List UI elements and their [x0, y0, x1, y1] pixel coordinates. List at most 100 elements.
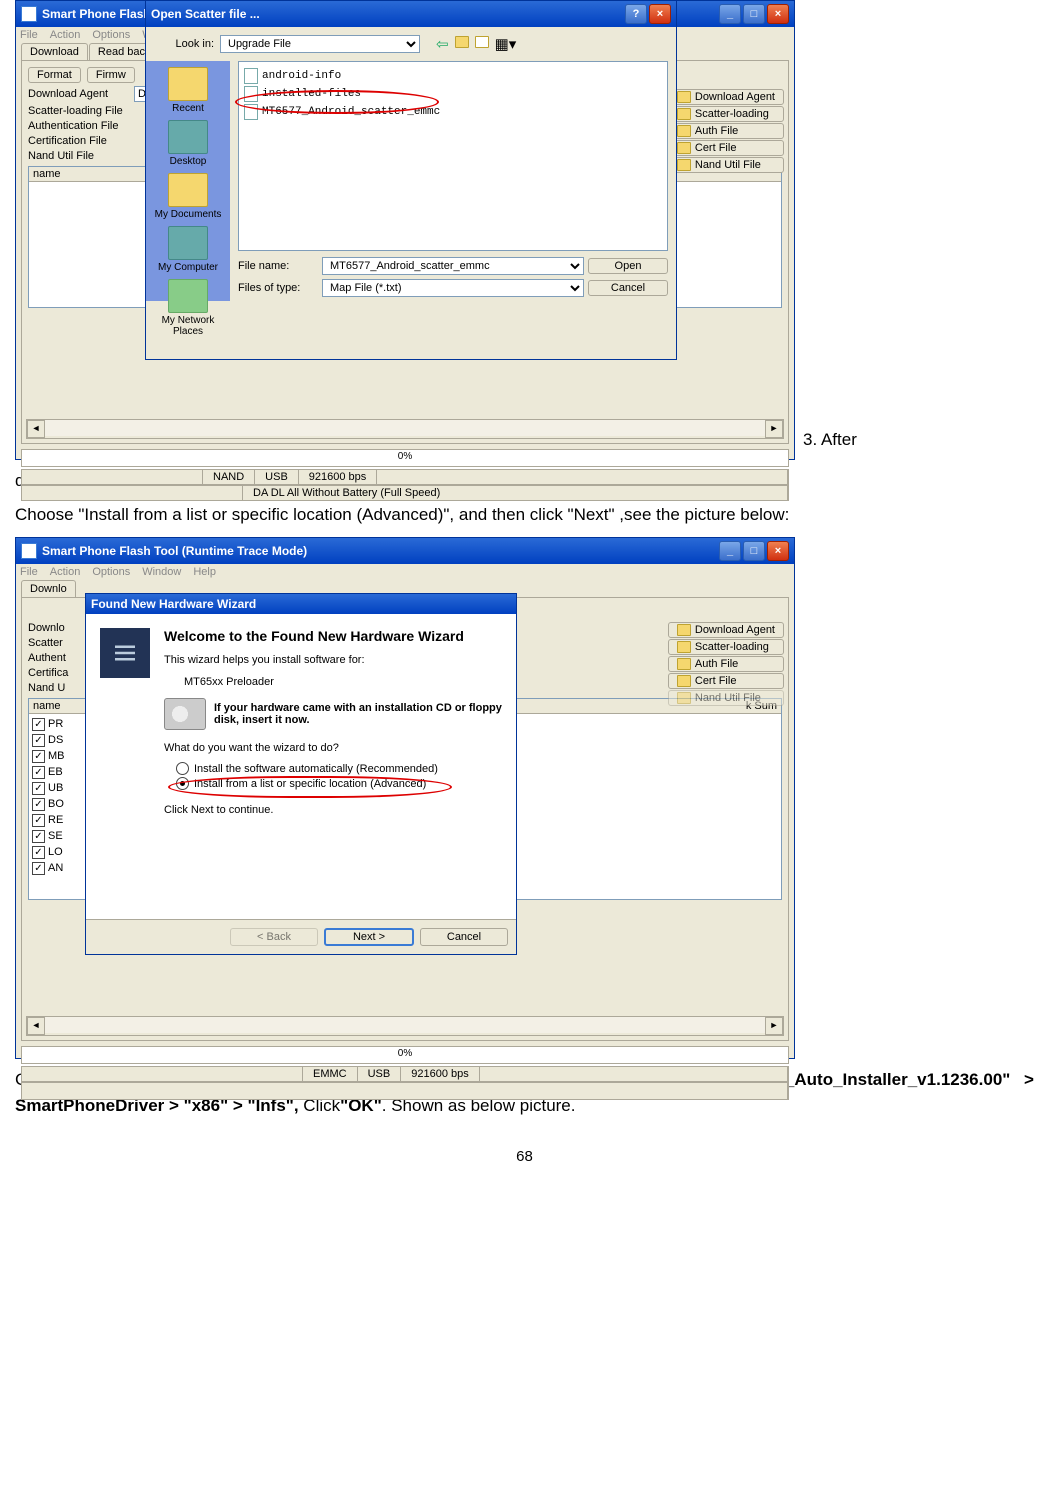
btn-auth-file[interactable]: Auth File: [668, 656, 784, 672]
h-scrollbar[interactable]: ◄►: [26, 419, 784, 439]
format-button[interactable]: Format: [28, 67, 81, 83]
scroll-right-arrow[interactable]: ►: [765, 1017, 783, 1035]
menu-help[interactable]: Help: [193, 566, 216, 578]
scroll-left-arrow[interactable]: ◄: [27, 1017, 45, 1035]
scroll-left-arrow[interactable]: ◄: [27, 420, 45, 438]
partition-row[interactable]: ✓PR: [32, 716, 86, 732]
wizard-click-next: Click Next to continue.: [164, 804, 502, 816]
view-icon[interactable]: ▦▾: [495, 35, 517, 53]
partition-row[interactable]: ✓RE: [32, 812, 86, 828]
close-button[interactable]: ×: [767, 541, 789, 561]
partition-row[interactable]: ✓AN: [32, 860, 86, 876]
file-name-input[interactable]: MT6577_Android_scatter_emmc: [322, 257, 584, 275]
partition-row[interactable]: ✓DS: [32, 732, 86, 748]
wizard-title: Found New Hardware Wizard: [91, 597, 256, 611]
partition-row[interactable]: ✓LO: [32, 844, 86, 860]
close-button[interactable]: ×: [767, 4, 789, 24]
new-folder-icon[interactable]: [475, 35, 489, 53]
menu-bar[interactable]: File Action Options Window Help: [16, 564, 794, 580]
status-bar: NAND USB 921600 bps: [21, 469, 789, 485]
look-in-select[interactable]: Upgrade File: [220, 35, 420, 53]
place-recent[interactable]: Recent: [168, 67, 208, 114]
maximize-button[interactable]: □: [743, 4, 765, 24]
btn-scatter-loading[interactable]: Scatter-loading: [668, 639, 784, 655]
checkbox-icon[interactable]: ✓: [32, 830, 45, 843]
checkbox-icon[interactable]: ✓: [32, 782, 45, 795]
btn-scatter-loading[interactable]: Scatter-loading: [668, 106, 784, 122]
file-icon: [244, 68, 258, 84]
file-list[interactable]: android-info installed-files MT6577_Andr…: [238, 61, 668, 251]
folder-icon: [677, 108, 691, 120]
place-network[interactable]: My Network Places: [148, 279, 228, 337]
dialog-title-bar: Open Scatter file ... ? ×: [146, 1, 676, 27]
dialog-close-button[interactable]: ×: [649, 4, 671, 24]
btn-cert-file[interactable]: Cert File: [668, 140, 784, 156]
app-icon: [21, 543, 37, 559]
menu-file[interactable]: File: [20, 29, 38, 41]
partition-list[interactable]: name ✓PR✓DS✓MB✓EB✓UB✓BO✓RE✓SE✓LO✓AN: [28, 698, 90, 900]
menu-action[interactable]: Action: [50, 566, 81, 578]
status-baud: 921600 bps: [401, 1067, 480, 1081]
file-item[interactable]: android-info: [244, 67, 662, 85]
help-button[interactable]: ?: [625, 4, 647, 24]
menu-options[interactable]: Options: [92, 29, 130, 41]
file-type-select[interactable]: Map File (*.txt): [322, 279, 584, 297]
partition-row[interactable]: ✓MB: [32, 748, 86, 764]
btn-download-agent[interactable]: Download Agent: [668, 622, 784, 638]
label-short: Authent: [28, 652, 78, 664]
minimize-button[interactable]: _: [719, 4, 741, 24]
back-icon[interactable]: ⇦: [436, 35, 449, 53]
checkbox-icon[interactable]: ✓: [32, 734, 45, 747]
status-emmc: EMMC: [303, 1067, 358, 1081]
file-item-selected[interactable]: MT6577_Android_scatter_emmc: [244, 103, 662, 121]
cancel-button[interactable]: Cancel: [588, 280, 668, 296]
minimize-button[interactable]: _: [719, 541, 741, 561]
menu-action[interactable]: Action: [50, 29, 81, 41]
folder-icon: [677, 658, 691, 670]
checkbox-icon[interactable]: ✓: [32, 798, 45, 811]
partition-row[interactable]: ✓SE: [32, 828, 86, 844]
next-button[interactable]: Next >: [324, 928, 414, 946]
radio-icon: [176, 762, 189, 775]
progress-bar: 0%: [21, 1046, 789, 1064]
checkbox-icon[interactable]: ✓: [32, 846, 45, 859]
btn-auth-file[interactable]: Auth File: [668, 123, 784, 139]
tab-download[interactable]: Download: [21, 43, 88, 60]
firmware-button[interactable]: Firmw: [87, 67, 135, 83]
cd-icon: [164, 698, 206, 730]
menu-file[interactable]: File: [20, 566, 38, 578]
file-icon: [244, 104, 258, 120]
status-bar-2: [21, 1082, 789, 1100]
h-scrollbar[interactable]: ◄►: [26, 1016, 784, 1036]
btn-nand-util[interactable]: Nand Util File: [668, 157, 784, 173]
checkbox-icon[interactable]: ✓: [32, 766, 45, 779]
place-computer[interactable]: My Computer: [158, 226, 218, 273]
maximize-button[interactable]: □: [743, 541, 765, 561]
up-icon[interactable]: [455, 35, 469, 53]
wizard-helps: This wizard helps you install software f…: [164, 654, 502, 666]
menu-window[interactable]: Window: [142, 566, 181, 578]
menu-options[interactable]: Options: [92, 566, 130, 578]
checkbox-icon[interactable]: ✓: [32, 862, 45, 875]
place-documents[interactable]: My Documents: [155, 173, 222, 220]
partition-row[interactable]: ✓EB: [32, 764, 86, 780]
partition-row[interactable]: ✓BO: [32, 796, 86, 812]
btn-cert-file[interactable]: Cert File: [668, 673, 784, 689]
checkbox-icon[interactable]: ✓: [32, 750, 45, 763]
checkbox-icon[interactable]: ✓: [32, 814, 45, 827]
places-bar: Recent Desktop My Documents My Computer …: [146, 61, 230, 301]
file-item[interactable]: installed-files: [244, 85, 662, 103]
folder-icon: [677, 641, 691, 653]
checkbox-icon[interactable]: ✓: [32, 718, 45, 731]
cancel-button[interactable]: Cancel: [420, 928, 508, 946]
partition-row[interactable]: ✓UB: [32, 780, 86, 796]
tab-download[interactable]: Downlo: [21, 580, 76, 597]
place-desktop[interactable]: Desktop: [168, 120, 208, 167]
open-button[interactable]: Open: [588, 258, 668, 274]
radio-icon: [176, 777, 189, 790]
radio-auto[interactable]: Install the software automatically (Reco…: [176, 762, 502, 775]
radio-advanced[interactable]: Install from a list or specific location…: [176, 777, 502, 790]
progress-bar: 0%: [21, 449, 789, 467]
btn-download-agent[interactable]: Download Agent: [668, 89, 784, 105]
scroll-right-arrow[interactable]: ►: [765, 420, 783, 438]
